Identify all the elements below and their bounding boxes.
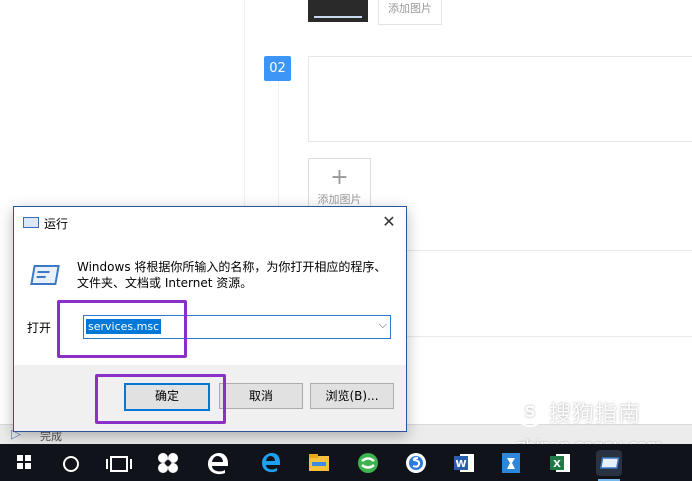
ie-icon[interactable] xyxy=(258,450,284,476)
browse-button[interactable]: 浏览(B)... xyxy=(310,383,394,409)
close-icon[interactable]: ✕ xyxy=(372,207,406,237)
dialog-description: Windows 将根据你所输入的名称，为你打开相应的程序、文件夹、文档或 Int… xyxy=(77,260,387,290)
dialog-titlebar[interactable]: 运行 ✕ xyxy=(14,207,406,237)
excel-icon[interactable]: X xyxy=(547,450,573,476)
taskbar: W X xyxy=(0,444,692,481)
watermark-name: 搜狗指南 xyxy=(549,402,642,427)
word-icon[interactable]: W xyxy=(451,450,477,476)
svg-text:X: X xyxy=(553,459,561,470)
sogou-watermark: S 搜狗指南 xyxy=(515,396,641,428)
fan-app-icon[interactable] xyxy=(155,450,181,476)
edge-icon[interactable] xyxy=(205,450,231,476)
cancel-button[interactable]: 取消 xyxy=(219,383,303,409)
run-dialog-taskbar-icon[interactable] xyxy=(596,450,622,481)
sogou-logo-icon: S xyxy=(515,397,545,427)
step-text-editor[interactable] xyxy=(308,56,692,142)
add-image-button-top[interactable]: 添加图片 xyxy=(378,0,442,25)
sogou-browser-icon[interactable] xyxy=(403,450,429,476)
highlight-open-input xyxy=(57,300,187,358)
svg-text:W: W xyxy=(455,459,466,470)
file-explorer-icon[interactable] xyxy=(306,450,332,476)
uploaded-image-thumbnail[interactable] xyxy=(308,0,368,22)
step-number-badge: 02 xyxy=(264,56,291,81)
open-label: 打开 xyxy=(27,321,52,335)
highlight-ok-button xyxy=(95,374,226,424)
run-app-icon xyxy=(23,217,39,228)
plus-icon: + xyxy=(330,165,349,190)
windows-start-icon[interactable] xyxy=(17,455,31,469)
360-browser-icon[interactable] xyxy=(355,450,381,476)
pinned-app-icon[interactable] xyxy=(498,450,524,476)
chevron-down-icon[interactable]: ⌵ xyxy=(379,318,387,332)
cortana-search-icon[interactable] xyxy=(63,456,79,472)
task-view-icon[interactable] xyxy=(106,456,132,472)
dialog-title: 运行 xyxy=(44,217,69,231)
add-image-label: 添加图片 xyxy=(317,193,362,206)
run-program-icon xyxy=(28,263,60,285)
